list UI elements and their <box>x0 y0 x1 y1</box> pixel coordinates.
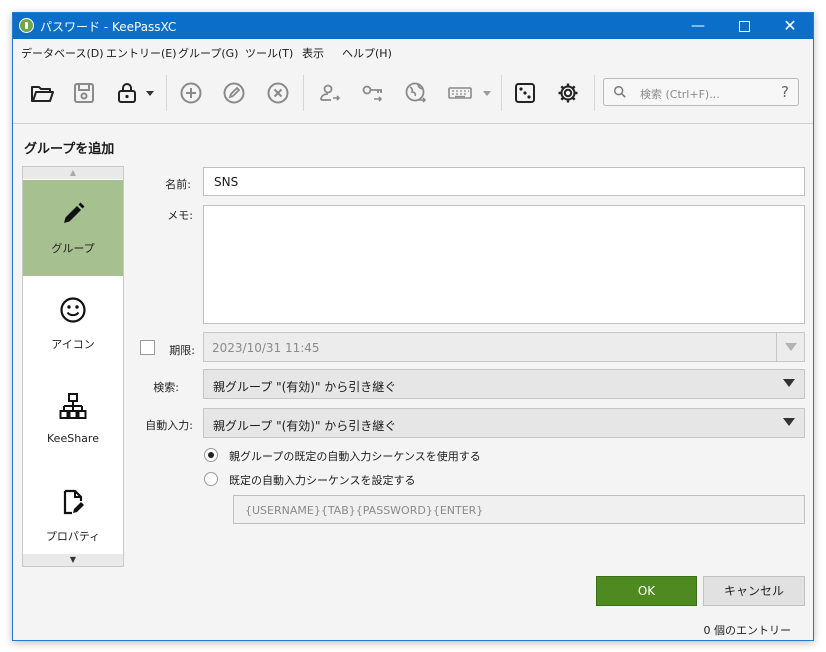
ok-button[interactable]: OK <box>596 576 697 606</box>
toolbar-separator <box>501 75 502 111</box>
password-generator-dice-icon[interactable] <box>513 81 537 105</box>
toolbar: 検索 (Ctrl+F)... ? <box>13 63 813 124</box>
window-title: パスワード - KeePassXC <box>40 20 177 34</box>
network-icon <box>59 393 87 419</box>
expires-label: 期限: <box>169 344 195 357</box>
notes-textarea[interactable] <box>203 205 805 324</box>
expires-dropdown <box>776 333 804 361</box>
search-icon <box>614 86 626 98</box>
settings-gear-icon[interactable] <box>556 81 580 105</box>
lock-icon[interactable] <box>115 81 139 105</box>
menu-view[interactable]: 表示 <box>302 45 324 61</box>
page-title: グループを追加 <box>24 142 115 157</box>
name-value: SNS <box>214 175 239 189</box>
search-setting-value: 親グループ "(有効)" から引き継ぐ <box>213 380 397 394</box>
dropdown-arrow-icon[interactable] <box>144 81 156 105</box>
sidebar-item-label: アイコン <box>51 338 95 351</box>
edit-entry-icon[interactable] <box>222 81 246 105</box>
save-icon[interactable] <box>72 81 96 105</box>
radio-custom-sequence-label: 既定の自動入力シーケンスを設定する <box>229 474 416 487</box>
search-input[interactable]: 検索 (Ctrl+F)... ? <box>603 78 799 106</box>
open-url-icon[interactable] <box>404 81 428 105</box>
sidebar-item-label: KeeShare <box>47 432 99 445</box>
sidebar-item-properties[interactable]: プロパティ <box>23 468 123 564</box>
menu-entry[interactable]: エントリー(E) <box>106 45 177 61</box>
minimize-icon[interactable]: — <box>675 13 721 39</box>
maximize-icon[interactable] <box>721 13 767 39</box>
sequence-input: {USERNAME}{TAB}{PASSWORD}{ENTER} <box>233 495 805 524</box>
close-icon[interactable]: ✕ <box>767 13 813 39</box>
menu-tools[interactable]: ツール(T) <box>245 45 293 61</box>
menu-help[interactable]: ヘルプ(H) <box>342 45 392 61</box>
chevron-down-icon <box>783 379 795 387</box>
sidebar-item-label: プロパティ <box>45 530 101 543</box>
autotype-select[interactable]: 親グループ "(有効)" から引き継ぐ <box>203 408 805 438</box>
toolbar-separator <box>594 75 595 111</box>
autotype-label: 自動入力: <box>145 419 193 432</box>
smiley-icon <box>60 297 86 323</box>
radio-custom-sequence[interactable] <box>204 472 218 486</box>
radio-inherit-sequence[interactable] <box>204 448 218 462</box>
search-placeholder: 検索 (Ctrl+F)... <box>640 88 720 101</box>
sidebar-item-group[interactable]: グループ <box>23 180 123 276</box>
add-entry-icon[interactable] <box>179 81 203 105</box>
dialog-window: パスワード - KeePassXC — ✕ データベース(D) エントリー(E)… <box>12 12 814 641</box>
notes-label: メモ: <box>167 209 193 222</box>
cancel-button[interactable]: キャンセル <box>703 576 805 606</box>
search-setting-select[interactable]: 親グループ "(有効)" から引き継ぐ <box>203 369 805 399</box>
copy-username-icon[interactable] <box>318 81 342 105</box>
menu-database[interactable]: データベース(D) <box>21 45 104 61</box>
document-edit-icon <box>63 489 84 515</box>
toolbar-separator <box>166 75 167 111</box>
menu-bar: データベース(D) エントリー(E) グループ(G) ツール(T) 表示 ヘルプ… <box>13 39 813 63</box>
expires-datetime-field: 2023/10/31 11:45 <box>203 332 805 362</box>
status-bar-text: 0 個のエントリー <box>703 624 792 637</box>
expires-value: 2023/10/31 11:45 <box>212 341 320 355</box>
dropdown-arrow-icon[interactable] <box>481 81 493 105</box>
name-label: 名前: <box>165 178 191 191</box>
copy-password-icon[interactable] <box>361 81 385 105</box>
category-sidebar: ▲ グループ アイコン KeeShare プロパティ ▼ <box>22 166 124 567</box>
sidebar-item-label: グループ <box>51 242 95 255</box>
sidebar-item-keeshare[interactable]: KeeShare <box>23 372 123 468</box>
autotype-value: 親グループ "(有効)" から引き継ぐ <box>213 419 397 433</box>
search-setting-label: 検索: <box>153 381 179 394</box>
chevron-down-icon <box>783 418 795 426</box>
folder-open-icon[interactable] <box>30 81 54 105</box>
sequence-value: {USERNAME}{TAB}{PASSWORD}{ENTER} <box>245 504 484 517</box>
title-bar: パスワード - KeePassXC — ✕ <box>13 13 813 39</box>
name-input[interactable]: SNS <box>203 167 805 196</box>
radio-inherit-sequence-label: 親グループの既定の自動入力シーケンスを使用する <box>229 450 481 463</box>
keepassxc-logo-icon <box>19 18 34 33</box>
toolbar-separator <box>303 75 304 111</box>
sidebar-scroll-up[interactable]: ▲ <box>23 167 123 179</box>
pencil-icon <box>64 202 85 223</box>
delete-entry-icon[interactable] <box>266 81 290 105</box>
menu-group[interactable]: グループ(G) <box>178 45 238 61</box>
sidebar-scroll-down[interactable]: ▼ <box>23 554 123 566</box>
autotype-keyboard-icon[interactable] <box>447 81 473 105</box>
sidebar-item-icon[interactable]: アイコン <box>23 276 123 372</box>
search-help-icon[interactable]: ? <box>781 83 789 101</box>
chevron-down-icon <box>785 343 797 351</box>
